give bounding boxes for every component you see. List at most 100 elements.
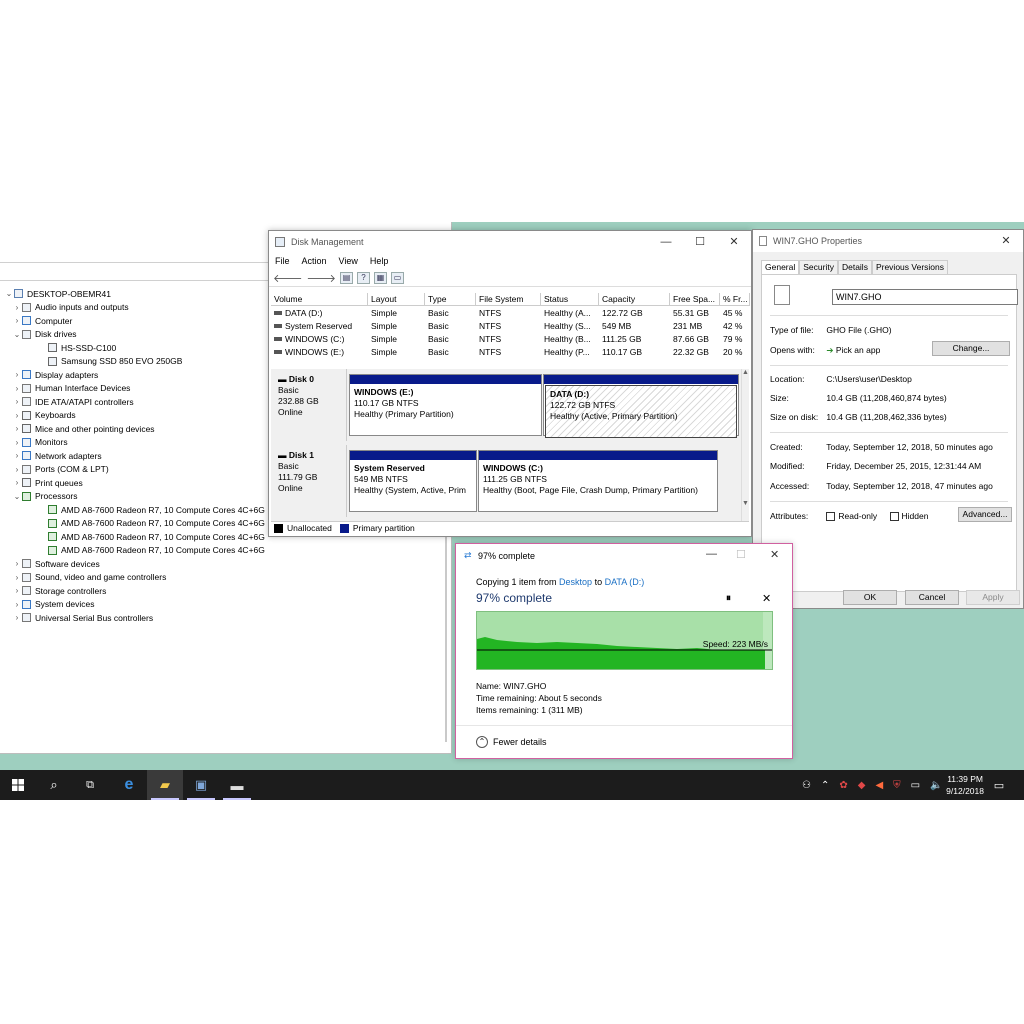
menu-file[interactable]: File [275,256,290,266]
tab-previous-versions[interactable]: Previous Versions [871,260,948,274]
chevron-right-icon[interactable]: › [12,465,22,474]
close-button[interactable]: ✕ [989,230,1023,252]
disk-management-titlebar[interactable]: Disk Management — ☐ ✕ [269,231,751,253]
chevron-down-icon[interactable]: ⌄ [4,289,14,298]
cancel-button[interactable]: Cancel [905,590,959,605]
minimize-button[interactable]: — [706,548,717,560]
partition-windows-c[interactable]: WINDOWS (C:) 111.25 GB NTFS Healthy (Boo… [478,450,718,512]
tab-general[interactable]: General [761,260,800,275]
disk-management-taskbar-button[interactable]: ▬ [219,770,255,800]
col-percent-free[interactable]: % Fr... [720,293,750,306]
chevron-right-icon[interactable]: › [12,397,22,406]
network-icon[interactable]: ▭ [911,780,920,791]
col-volume[interactable]: Volume [271,293,368,306]
hidden-label[interactable]: Hidden [902,511,929,521]
table-row[interactable]: DATA (D:) Simple Basic NTFS Healthy (A... 122… [271,306,751,319]
start-button[interactable] [0,770,36,800]
help-icon[interactable]: ? [357,271,370,284]
cancel-copy-icon[interactable]: ✕ [762,592,771,605]
col-layout[interactable]: Layout [368,293,425,306]
source-link[interactable]: Desktop [559,577,592,587]
tree-item[interactable]: › Universal Serial Bus controllers [4,611,444,625]
chevron-right-icon[interactable]: › [12,600,22,609]
tree-item[interactable]: › Storage controllers [4,584,444,598]
menu-help[interactable]: Help [370,256,389,266]
change-button[interactable]: Change... [932,341,1010,356]
device-manager-taskbar-button[interactable]: ▣ [183,770,219,800]
task-view-button[interactable]: ⧉ [72,770,108,800]
edge-button[interactable]: e [111,770,147,800]
properties-icon[interactable]: ▦ [374,271,387,284]
minimize-button[interactable]: — [649,231,683,253]
chevron-right-icon[interactable]: › [12,411,22,420]
antivirus-icon[interactable]: ◆ [858,780,866,791]
volume-icon[interactable]: ◀ [875,780,883,791]
show-hide-console-icon[interactable]: ▤ [340,271,353,284]
chevron-right-icon[interactable]: › [12,586,22,595]
chevron-down-icon[interactable]: ⌄ [12,492,22,501]
maximize-button[interactable]: ☐ [736,548,746,561]
col-file-system[interactable]: File System [476,293,541,306]
chevron-right-icon[interactable]: › [12,438,22,447]
file-name-field[interactable]: WIN7.GHO [832,289,1018,305]
disk-pane-scrollbar[interactable]: ▲ ▼ [741,369,749,521]
people-icon[interactable]: ⚇ [802,780,811,791]
ok-button[interactable]: OK [843,590,897,605]
back-arrow-icon[interactable]: 🡐 [273,271,303,285]
fewer-details-button[interactable]: ⌃ Fewer details [476,736,547,748]
table-row[interactable]: WINDOWS (C:) Simple Basic NTFS Healthy (B...… [271,332,751,345]
chevron-right-icon[interactable]: › [12,424,22,433]
close-button[interactable]: ✕ [770,548,779,561]
chevron-right-icon[interactable]: › [12,613,22,622]
app-tray-icon[interactable]: ✿ [839,780,847,791]
disk-0-label[interactable]: ▬ Disk 0 Basic 232.88 GB Online [271,369,347,441]
apply-button[interactable]: Apply [966,590,1020,605]
tree-item[interactable]: AMD A8-7600 Radeon R7, 10 Compute Cores … [4,544,444,558]
col-free-space[interactable]: Free Spa... [670,293,720,306]
table-row[interactable]: WINDOWS (E:) Simple Basic NTFS Healthy (P...… [271,345,751,358]
file-explorer-button[interactable]: ▰ [147,770,183,800]
partition-windows-e[interactable]: WINDOWS (E:) 110.17 GB NTFS Healthy (Pri… [349,374,542,436]
tree-item[interactable]: › System devices [4,598,444,612]
chevron-up-icon[interactable]: ⌃ [821,780,829,791]
chevron-right-icon[interactable]: › [12,384,22,393]
search-button[interactable]: ⌕ [36,770,72,800]
table-row[interactable]: System Reserved Simple Basic NTFS Healthy (S… [271,319,751,332]
chevron-right-icon[interactable]: › [12,478,22,487]
settings-icon[interactable]: ▭ [391,271,404,284]
advanced-button[interactable]: Advanced... [958,507,1012,522]
maximize-button[interactable]: ☐ [683,231,717,253]
pause-icon[interactable]: ⏸ [726,593,731,604]
chevron-right-icon[interactable]: › [12,303,22,312]
destination-link[interactable]: DATA (D:) [605,577,645,587]
partition-system-reserved[interactable]: System Reserved 549 MB NTFS Healthy (Sys… [349,450,477,512]
speaker-icon[interactable]: 🔈 [930,780,942,791]
col-type[interactable]: Type [425,293,476,306]
chevron-right-icon[interactable]: › [12,451,22,460]
tree-item[interactable]: › Sound, video and game controllers [4,571,444,585]
scroll-up-icon[interactable]: ▲ [742,369,749,376]
chevron-down-icon[interactable]: ⌄ [12,330,22,339]
chevron-right-icon[interactable]: › [12,559,22,568]
chevron-right-icon[interactable]: › [12,316,22,325]
tab-details[interactable]: Details [837,260,872,274]
read-only-checkbox[interactable] [826,512,836,522]
action-center-button[interactable]: ▭ [984,770,1014,800]
menu-view[interactable]: View [339,256,358,266]
close-button[interactable]: ✕ [717,231,751,253]
col-capacity[interactable]: Capacity [599,293,670,306]
chevron-right-icon[interactable]: › [12,370,22,379]
read-only-label[interactable]: Read-only [838,511,877,521]
security-icon[interactable]: ⛨ [893,780,901,791]
forward-arrow-icon[interactable]: 🡒 [307,271,337,285]
menu-action[interactable]: Action [302,256,327,266]
scroll-down-icon[interactable]: ▼ [742,500,749,507]
partition-data-d[interactable]: DATA (D:) 122.72 GB NTFS Healthy (Active… [543,374,739,438]
properties-titlebar[interactable]: WIN7.GHO Properties ✕ [753,230,1023,252]
hidden-checkbox[interactable] [889,512,899,522]
col-status[interactable]: Status [541,293,599,306]
disk-1-label[interactable]: ▬ Disk 1 Basic 111.79 GB Online [271,445,347,517]
tree-item[interactable]: › Software devices [4,557,444,571]
clock[interactable]: 11:39 PM 9/12/2018 [946,773,984,797]
tab-security[interactable]: Security [799,260,838,274]
